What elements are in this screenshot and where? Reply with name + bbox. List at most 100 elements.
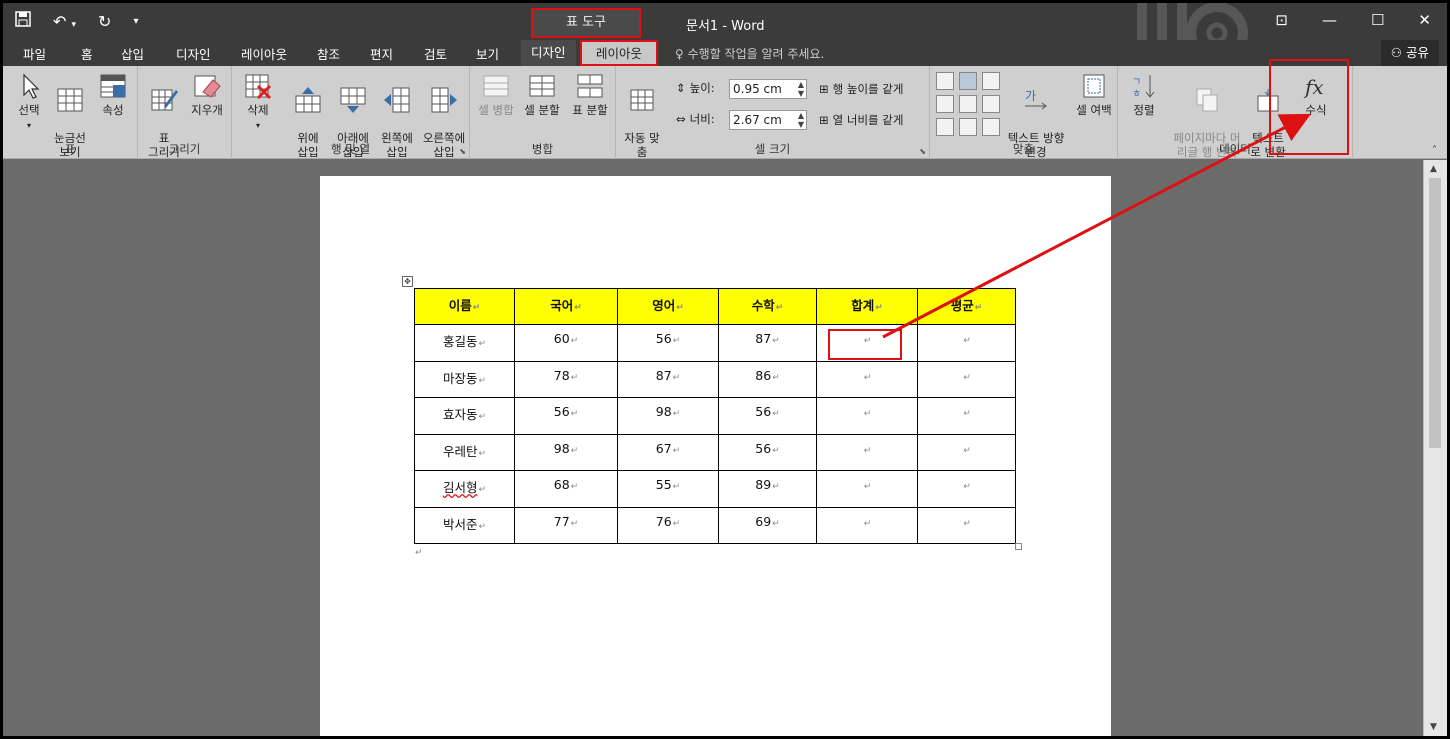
group-alignment: 가 텍스트 방향 변경 셀 여백 맞춤 <box>930 66 1118 159</box>
spinner-arrows-icon[interactable]: ▲ ▼ <box>798 80 804 98</box>
table-cell[interactable]: 69↵ <box>718 506 817 544</box>
scrollbar-thumb[interactable] <box>1429 178 1441 448</box>
align-middle-center-icon[interactable] <box>959 95 977 113</box>
tab-home[interactable]: 홈 <box>81 44 93 63</box>
table-cell[interactable]: ↵ <box>816 397 918 435</box>
table-cell[interactable]: ↵ <box>816 360 918 398</box>
table-cell[interactable]: 89↵ <box>718 470 817 508</box>
document-page[interactable]: ✥ 이름↵ 국어↵ 영어↵ 수학↵ 합계↵ 평균↵ 홍길동↵ 60↵ 56↵ 8… <box>320 176 1111 736</box>
distribute-columns-button[interactable]: ⊞ 열 너비를 같게 <box>819 112 903 128</box>
table-cell[interactable]: 홍길동↵ <box>414 324 515 362</box>
delete-button[interactable]: 삭제 ▾ <box>238 72 278 133</box>
tab-insert[interactable]: 삽입 <box>121 44 144 63</box>
table-cell[interactable]: ↵ <box>816 433 918 471</box>
table-cell[interactable]: 77↵ <box>514 506 618 544</box>
scroll-down-icon[interactable]: ▼ <box>1430 722 1437 732</box>
table-cell[interactable]: 76↵ <box>617 506 719 544</box>
save-icon[interactable] <box>15 11 31 31</box>
tab-view[interactable]: 보기 <box>476 44 499 63</box>
select-button[interactable]: 선택 ▾ <box>9 72 49 133</box>
table-cell[interactable]: 우레탄↵ <box>414 433 515 471</box>
header-cell[interactable]: 이름↵ <box>414 288 515 325</box>
align-bottom-center-icon[interactable] <box>959 118 977 136</box>
table-cell[interactable]: 마장동↵ <box>414 360 515 398</box>
group-label: 그리기 <box>168 142 201 156</box>
cell-margins-button[interactable]: 셀 여백 <box>1072 72 1116 117</box>
table-cell[interactable]: 김서형↵ <box>414 470 515 508</box>
table-cell[interactable]: 78↵ <box>514 360 618 398</box>
collapse-ribbon-icon[interactable]: ˄ <box>1432 145 1437 156</box>
header-cell[interactable]: 평균↵ <box>917 288 1016 325</box>
merge-cells-button[interactable]: 셀 병합 <box>474 72 518 117</box>
align-top-right-icon[interactable] <box>982 72 1000 90</box>
table-cell[interactable]: ↵ <box>917 324 1016 362</box>
sort-button[interactable]: ㄱㅎ 정렬 <box>1124 72 1164 117</box>
customize-qat-icon[interactable]: ▾ <box>133 16 138 27</box>
table-cell[interactable]: ↵ <box>816 470 918 508</box>
table-cell[interactable]: 효자동↵ <box>414 397 515 435</box>
spinner-arrows-icon[interactable]: ▲ ▼ <box>798 111 804 129</box>
tab-table-layout[interactable]: 레이아웃 <box>580 40 659 66</box>
table-cell[interactable]: ↵ <box>917 506 1016 544</box>
align-middle-left-icon[interactable] <box>936 95 954 113</box>
header-cell[interactable]: 영어↵ <box>617 288 719 325</box>
tab-table-design[interactable]: 디자인 <box>521 40 576 66</box>
share-button[interactable]: ⚇ 공유 <box>1380 40 1439 66</box>
header-cell[interactable]: 국어↵ <box>514 288 618 325</box>
dialog-launcher-icon[interactable]: ⬊ <box>459 147 466 156</box>
distribute-rows-button[interactable]: ⊞ 행 높이를 같게 <box>819 81 903 97</box>
table-cell[interactable]: 98↵ <box>514 433 618 471</box>
close-button[interactable]: ✕ <box>1418 11 1431 29</box>
align-middle-right-icon[interactable] <box>982 95 1000 113</box>
split-cells-button[interactable]: 셀 분할 <box>520 72 564 117</box>
table-cell[interactable]: 60↵ <box>514 324 618 362</box>
minimize-button[interactable]: — <box>1322 11 1337 29</box>
tab-references[interactable]: 참조 <box>317 44 340 63</box>
table-cell[interactable]: ↵ <box>816 506 918 544</box>
properties-button[interactable]: 속성 <box>93 72 133 117</box>
row-height-input[interactable]: 0.95 cm ▲ ▼ <box>729 79 807 99</box>
table-cell[interactable]: 86↵ <box>718 360 817 398</box>
scroll-up-icon[interactable]: ▲ <box>1430 164 1437 174</box>
table-cell[interactable]: 56↵ <box>718 397 817 435</box>
maximize-button[interactable]: ☐ <box>1371 11 1384 29</box>
table-cell[interactable]: 87↵ <box>617 360 719 398</box>
table-cell[interactable]: 박서준↵ <box>414 506 515 544</box>
align-top-center-icon[interactable] <box>959 72 977 90</box>
ribbon-display-options-icon[interactable]: ⊡ <box>1275 11 1288 29</box>
table-cell[interactable]: 67↵ <box>617 433 719 471</box>
table-cell[interactable]: ↵ <box>917 397 1016 435</box>
table-cell[interactable]: 87↵ <box>718 324 817 362</box>
table-cell[interactable]: 68↵ <box>514 470 618 508</box>
header-cell[interactable]: 수학↵ <box>718 288 817 325</box>
table-cell[interactable]: 98↵ <box>617 397 719 435</box>
table-cell[interactable]: ↵ <box>917 360 1016 398</box>
table-cell[interactable]: ↵ <box>917 470 1016 508</box>
undo-icon[interactable]: ↶ ▾ <box>53 12 76 31</box>
table-move-handle-icon[interactable]: ✥ <box>402 276 413 287</box>
table-cell[interactable]: 56↵ <box>617 324 719 362</box>
split-table-button[interactable]: 표 분할 <box>568 72 612 117</box>
table-cell[interactable]: 56↵ <box>514 397 618 435</box>
tell-me-search[interactable]: ♀ 수행할 작업을 알려 주세요. <box>675 45 824 62</box>
tab-layout[interactable]: 레이아웃 <box>241 44 287 63</box>
vertical-scrollbar[interactable]: ▲ ▼ <box>1423 160 1447 736</box>
table-cell[interactable]: 55↵ <box>617 470 719 508</box>
align-bottom-left-icon[interactable] <box>936 118 954 136</box>
column-width-input[interactable]: 2.67 cm ▲ ▼ <box>729 110 807 130</box>
eraser-button[interactable]: 지우개 <box>186 72 228 117</box>
dialog-launcher-icon[interactable]: ⬊ <box>919 147 926 156</box>
table-resize-handle[interactable] <box>1015 543 1022 550</box>
redo-icon[interactable]: ↻ <box>98 12 111 31</box>
align-bottom-right-icon[interactable] <box>982 118 1000 136</box>
ribbon-tab-bar: 파일 홈 삽입 디자인 레이아웃 참조 편지 검토 보기 디자인 레이아웃 ♀ … <box>3 40 1447 66</box>
align-top-left-icon[interactable] <box>936 72 954 90</box>
word-window: ↶ ▾ ↻ ▾ 표 도구 문서1 - Word ⊡ — ☐ ✕ 파일 홈 삽입 … <box>3 3 1447 736</box>
table-cell[interactable]: ↵ <box>917 433 1016 471</box>
table-cell[interactable]: 56↵ <box>718 433 817 471</box>
header-cell[interactable]: 합계↵ <box>816 288 918 325</box>
tab-design[interactable]: 디자인 <box>176 44 211 63</box>
tab-review[interactable]: 검토 <box>424 44 447 63</box>
tab-file[interactable]: 파일 <box>23 44 46 63</box>
tab-mailings[interactable]: 편지 <box>370 44 393 63</box>
